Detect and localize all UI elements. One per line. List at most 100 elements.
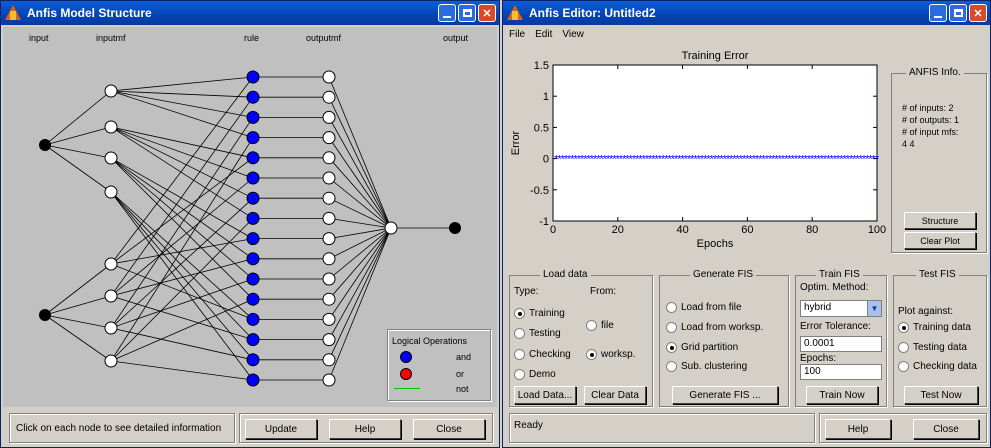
rule-node-11[interactable] — [246, 272, 260, 286]
from-workspace-radio[interactable]: worksp. — [586, 349, 635, 360]
rule-node-16[interactable] — [246, 373, 260, 387]
chevron-down-icon[interactable]: ▼ — [867, 301, 881, 316]
load-from-workspace-radio[interactable]: Load from worksp. — [666, 322, 763, 333]
generate-fis-button[interactable]: Generate FIS ... — [672, 386, 778, 404]
outputmf-node-4[interactable] — [322, 131, 336, 145]
rule-node-1[interactable] — [246, 70, 260, 84]
structure-button[interactable]: Structure — [904, 212, 976, 229]
testing-data-radio[interactable]: Testing data — [898, 342, 967, 353]
outputmf-node-2[interactable] — [322, 90, 336, 104]
info-inputs: # of inputs: 2 — [902, 103, 954, 113]
minimize-button[interactable] — [438, 4, 456, 22]
clear-data-button[interactable]: Clear Data — [584, 386, 646, 404]
test-now-button[interactable]: Test Now — [904, 386, 978, 404]
outputmf-node-13[interactable] — [322, 312, 336, 326]
close-window-button[interactable]: ✕ — [478, 4, 496, 22]
radio-icon — [666, 361, 677, 372]
outputmf-node-9[interactable] — [322, 232, 336, 246]
load-from-file-radio[interactable]: Load from file — [666, 302, 742, 313]
rule-node-9[interactable] — [246, 232, 260, 246]
training-error-plot[interactable]: Training Error 0 20 40 60 80 100 -1 -0.5 0 0.5 1 1.5… — [507, 45, 889, 257]
logical-operations-legend: Logical Operations and or not — [387, 329, 491, 401]
type-demo-radio[interactable]: Demo — [514, 369, 556, 380]
update-button[interactable]: Update — [245, 419, 317, 439]
inputmf-node-3[interactable] — [104, 151, 118, 165]
type-checking-radio[interactable]: Checking — [514, 349, 571, 360]
rule-node-5[interactable] — [246, 151, 260, 165]
epochs-label: Epochs: — [800, 353, 837, 364]
training-data-radio[interactable]: Training data — [898, 322, 971, 333]
maximize-button[interactable] — [458, 4, 476, 22]
rule-node-13[interactable] — [246, 312, 260, 326]
rule-node-15[interactable] — [246, 353, 260, 367]
menu-file[interactable]: File — [509, 29, 525, 40]
outputmf-node-14[interactable] — [322, 333, 336, 347]
menu-view[interactable]: View — [562, 29, 584, 40]
radio-icon — [666, 302, 677, 313]
outputmf-node-16[interactable] — [322, 373, 336, 387]
outputmf-node-5[interactable] — [322, 151, 336, 165]
load-data-button[interactable]: Load Data... — [514, 386, 576, 404]
help-button[interactable]: Help — [329, 419, 401, 439]
menu-edit[interactable]: Edit — [535, 29, 552, 40]
sub-clustering-radio[interactable]: Sub. clustering — [666, 361, 747, 372]
inputmf-node-5[interactable] — [104, 257, 118, 271]
maximize-button[interactable] — [949, 4, 967, 22]
outputmf-node-7[interactable] — [322, 191, 336, 205]
rule-node-12[interactable] — [246, 292, 260, 306]
anfis-info-panel: ANFIS Info. # of inputs: 2 # of outputs:… — [891, 67, 987, 253]
rule-node-2[interactable] — [246, 90, 260, 104]
status-panel: Click on each node to see detailed infor… — [9, 413, 235, 443]
rule-node-8[interactable] — [246, 211, 260, 225]
outputmf-node-3[interactable] — [322, 110, 336, 124]
titlebar[interactable]: Anfis Editor: Untitled2 ✕ — [503, 1, 990, 25]
maximize-icon — [462, 9, 472, 17]
input-node-2[interactable] — [39, 309, 51, 321]
train-now-button[interactable]: Train Now — [806, 386, 878, 404]
matlab-logo-icon — [5, 5, 21, 21]
help-button[interactable]: Help — [825, 419, 891, 439]
titlebar[interactable]: Anfis Model Structure ✕ — [1, 1, 499, 25]
radio-icon — [514, 349, 525, 360]
inputmf-node-7[interactable] — [104, 321, 118, 335]
rule-node-14[interactable] — [246, 333, 260, 347]
close-button[interactable]: Close — [913, 419, 979, 439]
maximize-icon — [953, 9, 963, 17]
outputmf-node-15[interactable] — [322, 353, 336, 367]
inputmf-node-4[interactable] — [104, 185, 118, 199]
inputmf-node-8[interactable] — [104, 354, 118, 368]
outputmf-node-1[interactable] — [322, 70, 336, 84]
close-window-button[interactable]: ✕ — [969, 4, 987, 22]
outputmf-node-8[interactable] — [322, 211, 336, 225]
outputmf-node-6[interactable] — [322, 171, 336, 185]
inputmf-node-1[interactable] — [104, 84, 118, 98]
epochs-input[interactable]: 100 — [800, 364, 882, 380]
outputmf-node-10[interactable] — [322, 252, 336, 266]
type-testing-radio[interactable]: Testing — [514, 328, 561, 339]
inputmf-node-2[interactable] — [104, 120, 118, 134]
output-node[interactable] — [449, 222, 461, 234]
rule-node-4[interactable] — [246, 131, 260, 145]
legend-and: and — [456, 352, 472, 362]
rule-node-10[interactable] — [246, 252, 260, 266]
radio-label: Sub. clustering — [681, 361, 748, 372]
rule-node-7[interactable] — [246, 191, 260, 205]
rule-node-6[interactable] — [246, 171, 260, 185]
minimize-button[interactable] — [929, 4, 947, 22]
outputmf-node-11[interactable] — [322, 272, 336, 286]
close-button[interactable]: Close — [413, 419, 485, 439]
outputmf-node-12[interactable] — [322, 292, 336, 306]
rule-node-3[interactable] — [246, 110, 260, 124]
input-node-1[interactable] — [39, 139, 51, 151]
error-tolerance-input[interactable]: 0.0001 — [800, 336, 882, 352]
grid-partition-radio[interactable]: Grid partition — [666, 342, 738, 353]
x-tick-label: 80 — [806, 224, 818, 236]
from-file-radio[interactable]: file — [586, 320, 614, 331]
inputmf-node-6[interactable] — [104, 289, 118, 303]
clear-plot-button[interactable]: Clear Plot — [904, 232, 976, 249]
type-training-radio[interactable]: Training — [514, 308, 565, 319]
checking-data-radio[interactable]: Checking data — [898, 361, 977, 372]
radio-label: Testing data — [913, 342, 967, 353]
optim-method-select[interactable]: hybrid ▼ — [800, 300, 882, 317]
sum-node[interactable] — [384, 221, 398, 235]
